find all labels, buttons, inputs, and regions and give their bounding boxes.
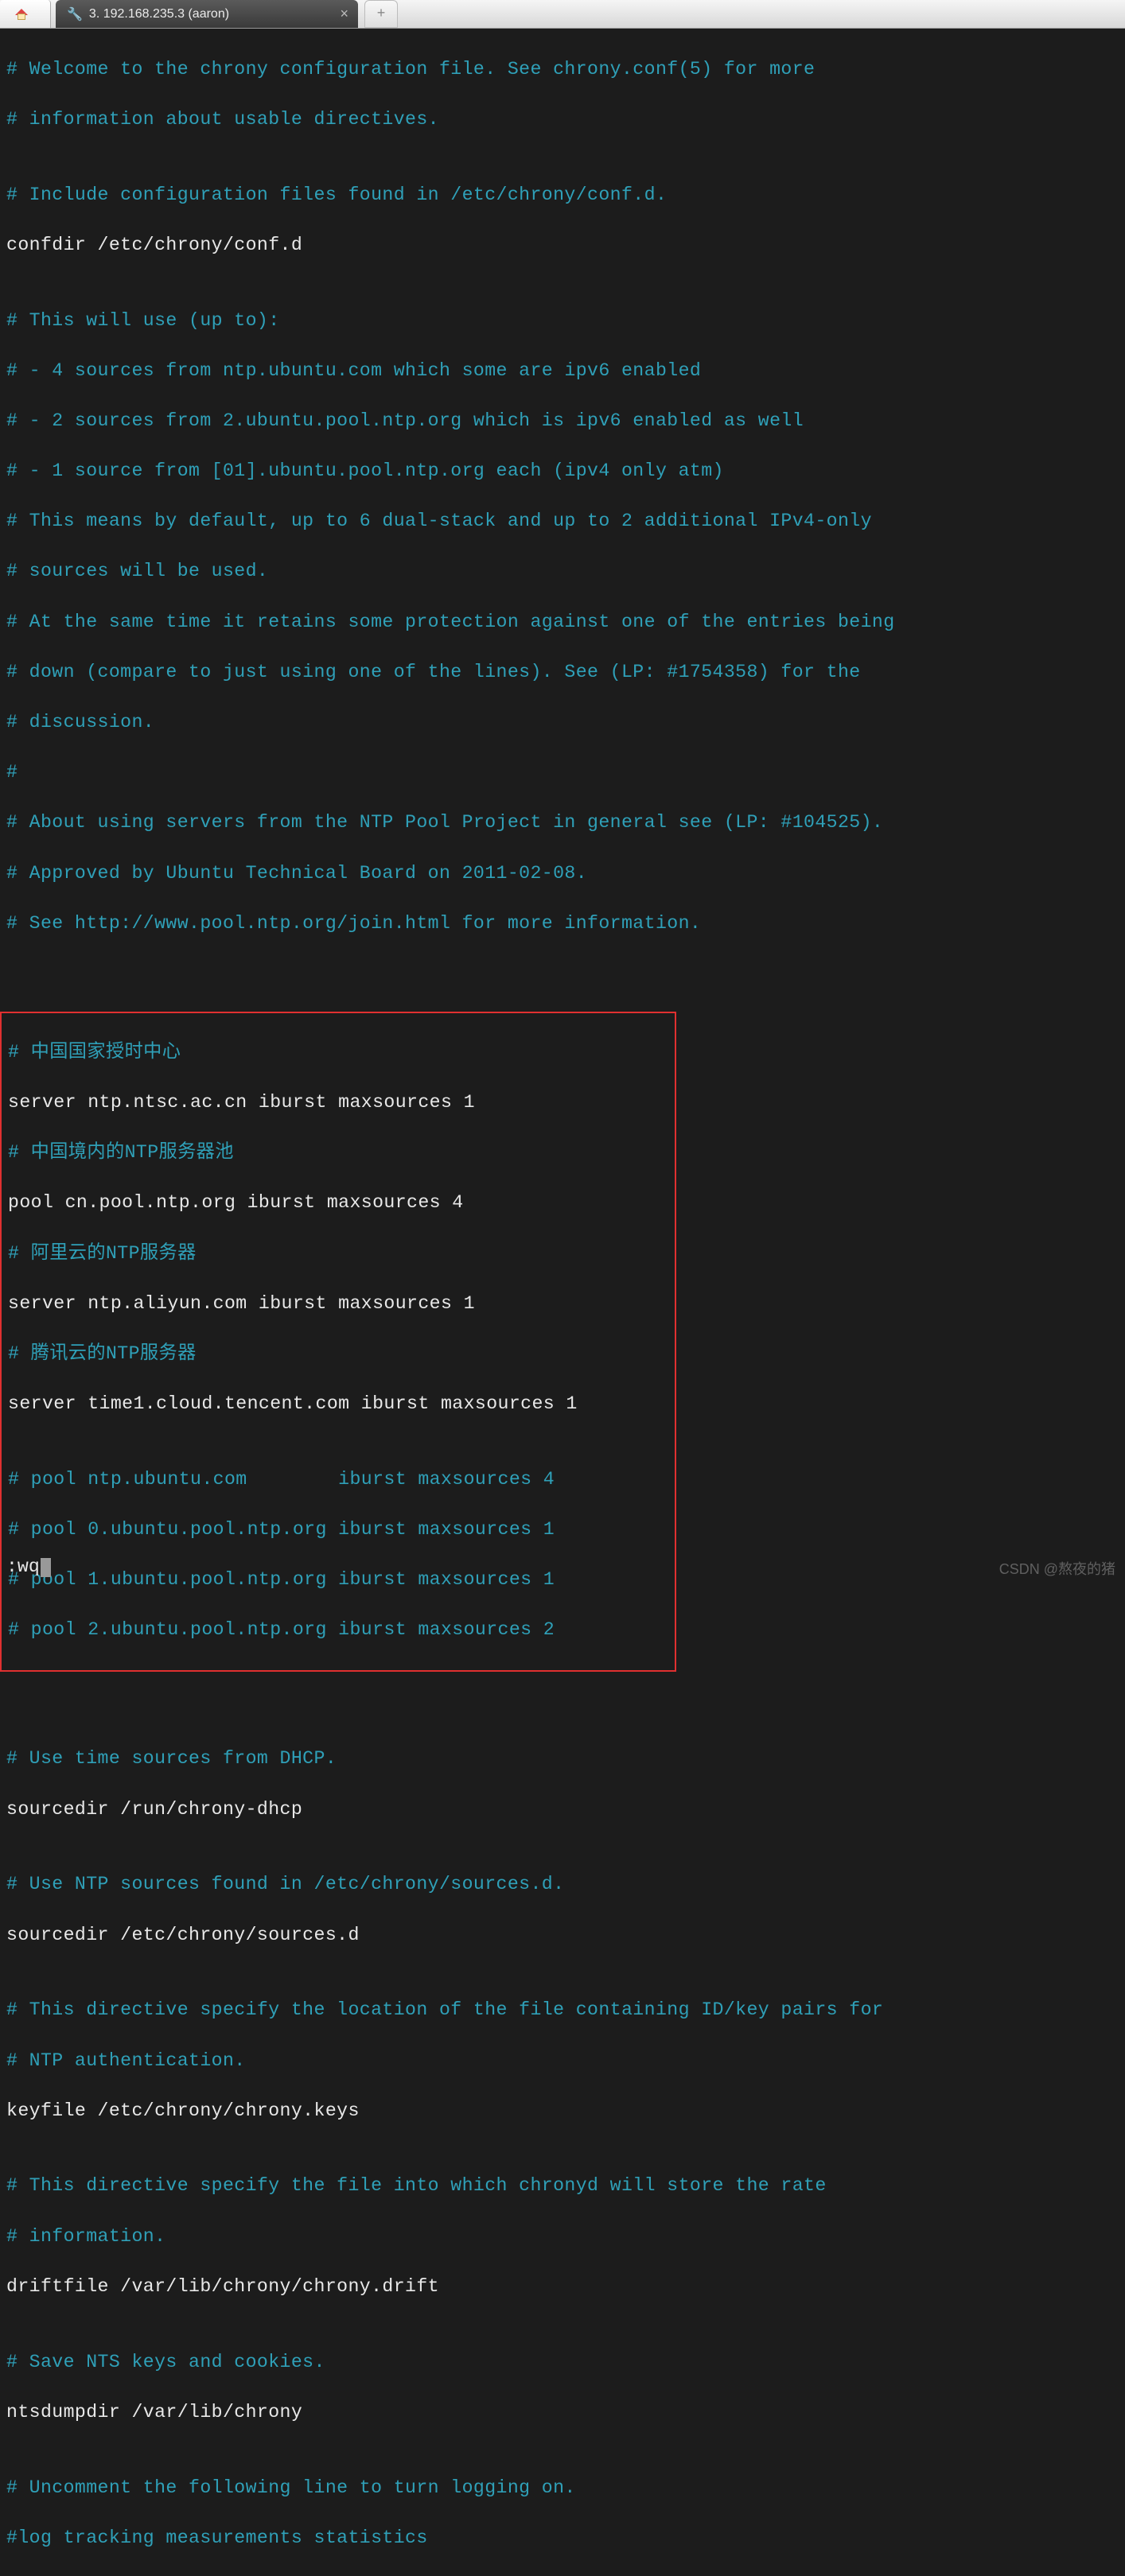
home-tab[interactable] [0,0,51,28]
close-tab-button[interactable]: × [340,6,348,22]
config-line: pool cn.pool.ntp.org iburst maxsources 4 [8,1191,675,1216]
wrench-icon: 🔧 [67,6,83,22]
session-tab-title: 3. 192.168.235.3 (aaron) [89,7,229,21]
config-line: sourcedir /run/chrony-dhcp [6,1797,1119,1823]
comment-line: # [6,760,1119,786]
comment-line: # Include configuration files found in /… [6,183,1119,208]
comment-line: # NTP authentication. [6,2049,1119,2074]
terminal[interactable]: # Welcome to the chrony configuration fi… [0,29,1125,2576]
comment-line: # Welcome to the chrony configuration fi… [6,57,1119,83]
comment-line: # discussion. [6,710,1119,736]
comment-line: # pool ntp.ubuntu.com iburst maxsources … [8,1467,675,1493]
comment-line: # Use time sources from DHCP. [6,1746,1119,1772]
comment-line: # information. [6,2224,1119,2250]
comment-line: # 腾讯云的NTP服务器 [8,1342,675,1367]
config-line: server ntp.aliyun.com iburst maxsources … [8,1292,675,1317]
config-line: server ntp.ntsc.ac.cn iburst maxsources … [8,1090,675,1116]
comment-line: # See http://www.pool.ntp.org/join.html … [6,911,1119,937]
comment-line: # Uncomment the following line to turn l… [6,2476,1119,2501]
comment-line: # This directive specify the location of… [6,1998,1119,2023]
comment-line: # Use NTP sources found in /etc/chrony/s… [6,1872,1119,1898]
comment-line: # This will use (up to): [6,309,1119,334]
config-line: driftfile /var/lib/chrony/chrony.drift [6,2275,1119,2300]
highlighted-config-box: # 中国国家授时中心 server ntp.ntsc.ac.cn iburst … [0,1012,676,1671]
new-tab-button[interactable]: + [364,0,398,28]
comment-line: # down (compare to just using one of the… [6,660,1119,686]
config-line: keyfile /etc/chrony/chrony.keys [6,2099,1119,2124]
comment-line: # pool 2.ubuntu.pool.ntp.org iburst maxs… [8,1618,675,1643]
comment-line: # This directive specify the file into w… [6,2174,1119,2199]
home-icon-body [18,14,25,20]
comment-line: # About using servers from the NTP Pool … [6,810,1119,836]
cursor [41,1558,51,1577]
comment-line: # 中国国家授时中心 [8,1040,675,1066]
tab-bar: 🔧 3. 192.168.235.3 (aaron) × + [0,0,1125,29]
comment-line: # sources will be used. [6,559,1119,585]
comment-line: # Approved by Ubuntu Technical Board on … [6,861,1119,887]
comment-line: #log tracking measurements statistics [6,2526,1119,2551]
comment-line: # 阿里云的NTP服务器 [8,1241,675,1267]
comment-line: # Save NTS keys and cookies. [6,2350,1119,2376]
comment-line: # - 1 source from [01].ubuntu.pool.ntp.o… [6,459,1119,484]
comment-line: # pool 1.ubuntu.pool.ntp.org iburst maxs… [8,1568,675,1593]
comment-line: # 中国境内的NTP服务器池 [8,1140,675,1166]
comment-line: # - 4 sources from ntp.ubuntu.com which … [6,359,1119,384]
comment-line: # - 2 sources from 2.ubuntu.pool.ntp.org… [6,409,1119,434]
config-line: ntsdumpdir /var/lib/chrony [6,2400,1119,2426]
config-line: server time1.cloud.tencent.com iburst ma… [8,1392,675,1417]
comment-line: # information about usable directives. [6,107,1119,133]
comment-line: # pool 0.ubuntu.pool.ntp.org iburst maxs… [8,1517,675,1543]
comment-line: # At the same time it retains some prote… [6,610,1119,635]
vim-command-text: :wq [6,1556,40,1577]
plus-icon: + [377,6,386,22]
vim-command-line[interactable]: :wq [6,1556,51,1577]
watermark: CSDN @熬夜的猪 [999,1558,1115,1579]
config-line: sourcedir /etc/chrony/sources.d [6,1923,1119,1949]
comment-line: # This means by default, up to 6 dual-st… [6,509,1119,534]
config-line: confdir /etc/chrony/conf.d [6,233,1119,258]
session-tab[interactable]: 🔧 3. 192.168.235.3 (aaron) × [56,0,358,28]
